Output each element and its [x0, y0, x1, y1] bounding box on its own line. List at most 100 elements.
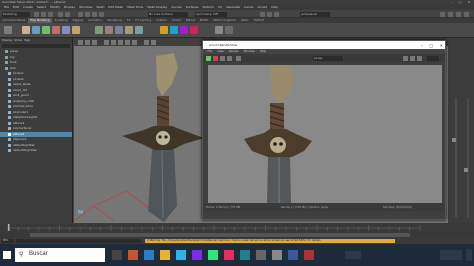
status-line: Modeling No Live Surface Symmetry: Off j…	[0, 10, 474, 18]
warning-message: // Warning: file: /maya/scripts/others/p…	[145, 239, 395, 243]
task-view-icon[interactable]	[112, 250, 122, 260]
undo-icon[interactable]	[58, 11, 63, 17]
browser-icon[interactable]	[176, 250, 186, 260]
symmetry-dropdown[interactable]: Symmetry: Off	[195, 11, 227, 17]
cone-icon[interactable]	[52, 26, 60, 34]
object-icon	[5, 66, 8, 70]
notifications-icon[interactable]	[466, 249, 472, 261]
arnold-title-bar[interactable]: Arnold RenderView ✕ □ –	[203, 41, 445, 49]
save-scene-icon[interactable]	[48, 11, 53, 17]
bridge-icon[interactable]	[125, 26, 133, 34]
isolate-icon[interactable]	[144, 39, 149, 45]
multicut-icon[interactable]	[190, 26, 198, 34]
tool-settings-icon[interactable]	[456, 11, 461, 17]
plane-icon[interactable]	[62, 26, 70, 34]
arnold-minimize-icon[interactable]: –	[421, 43, 423, 48]
exposure-icon[interactable]	[410, 55, 415, 61]
color-channel-icon[interactable]	[403, 55, 408, 61]
taskbar-search-input[interactable]: ⚲ Buscar	[15, 248, 105, 262]
outliner-menu-show[interactable]: Show	[14, 38, 22, 43]
shelf-gear-icon[interactable]	[4, 26, 12, 34]
torus-icon[interactable]	[72, 26, 80, 34]
lights-icon[interactable]	[132, 39, 137, 45]
render-play-icon[interactable]	[206, 55, 211, 61]
mirror-icon[interactable]	[170, 26, 178, 34]
render-settings-icon[interactable]	[274, 11, 279, 17]
wireframe-icon[interactable]	[111, 39, 116, 45]
hypershade-icon[interactable]	[225, 26, 233, 34]
snap-grid-icon[interactable]	[85, 11, 90, 17]
snap-curve-icon[interactable]	[92, 11, 97, 17]
shelf	[0, 23, 474, 38]
sphere-icon[interactable]	[22, 26, 30, 34]
outliner-menu-help[interactable]: Help	[24, 38, 30, 43]
attribute-editor-icon[interactable]	[448, 11, 453, 17]
app-icon-2[interactable]	[144, 250, 154, 260]
render-stop-icon[interactable]	[213, 55, 218, 61]
ipr-render-icon[interactable]	[267, 11, 272, 17]
arnold-close-icon[interactable]: ✕	[440, 43, 443, 48]
view-transform-dropdown[interactable]	[427, 55, 439, 61]
app-icon-1[interactable]	[128, 250, 138, 260]
arnold-renderview-window: Arnold RenderView ✕ □ – File View Render Wi…	[202, 40, 446, 220]
render-icon[interactable]	[260, 11, 265, 17]
cube-icon[interactable]	[32, 26, 40, 34]
textured-icon[interactable]	[125, 39, 130, 45]
channel-box-panel	[448, 38, 474, 223]
no-live-surface[interactable]: No Live Surface	[148, 11, 188, 17]
open-scene-icon[interactable]	[41, 11, 46, 17]
snapshot-icon[interactable]	[227, 55, 232, 61]
sword-model[interactable]	[122, 53, 204, 222]
grid-toggle-icon[interactable]	[104, 39, 109, 45]
range-bar[interactable]	[30, 233, 410, 237]
xray-icon[interactable]	[151, 39, 156, 45]
rendered-sword	[244, 65, 312, 203]
bevel-icon[interactable]	[135, 26, 143, 34]
lock-camera-icon[interactable]	[85, 39, 90, 45]
outliner-list: persp top front side pCube1 pCube2 sword_blade…	[0, 49, 72, 154]
outliner-menu-display[interactable]: Display	[2, 38, 12, 43]
app-icon-4[interactable]	[208, 250, 218, 260]
crop-region-icon[interactable]	[236, 55, 241, 61]
boolean-icon[interactable]	[180, 26, 188, 34]
outliner-search-input[interactable]	[2, 44, 70, 48]
zoom-icon[interactable]	[417, 55, 422, 61]
smooth-shade-icon[interactable]	[118, 39, 123, 45]
app-icon-8[interactable]	[288, 250, 298, 260]
file-explorer-icon[interactable]	[160, 250, 170, 260]
smooth-icon[interactable]	[160, 26, 168, 34]
new-scene-icon[interactable]	[34, 11, 39, 17]
app-icon-3[interactable]	[192, 250, 202, 260]
render-image[interactable]	[208, 65, 442, 203]
outliner-row[interactable]: defaultObjectSet	[0, 148, 72, 154]
combine-icon[interactable]	[95, 26, 103, 34]
camera-icon[interactable]	[78, 39, 83, 45]
maya-taskbar-icon[interactable]	[240, 250, 250, 260]
app-icon-5[interactable]	[224, 250, 234, 260]
mode-dropdown[interactable]: Modeling	[2, 11, 30, 17]
time-slider[interactable]	[0, 223, 474, 232]
app-icon-7[interactable]	[272, 250, 282, 260]
system-tray[interactable]	[345, 251, 361, 259]
redo-icon[interactable]	[65, 11, 70, 17]
modeling-toolkit-icon[interactable]	[440, 11, 445, 17]
app-icon-9[interactable]	[304, 250, 314, 260]
mel-label[interactable]: MEL	[2, 239, 14, 243]
channel-box-icon[interactable]	[464, 11, 469, 17]
refresh-icon[interactable]	[220, 55, 225, 61]
windows-start-icon[interactable]	[3, 251, 11, 259]
cylinder-icon[interactable]	[42, 26, 50, 34]
clock[interactable]	[440, 250, 462, 260]
user-login[interactable]: jackpascal	[300, 11, 330, 17]
select-mode-icon[interactable]	[78, 11, 83, 17]
extrude-icon[interactable]	[115, 26, 123, 34]
snap-point-icon[interactable]	[99, 11, 104, 17]
uv-editor-icon[interactable]	[215, 26, 223, 34]
bookmark-icon[interactable]	[92, 39, 97, 45]
camera-dropdown[interactable]: persp	[313, 55, 343, 61]
arnold-title: Arnold RenderView	[209, 42, 238, 47]
separate-icon[interactable]	[105, 26, 113, 34]
command-input[interactable]	[16, 239, 141, 243]
app-icon-6[interactable]	[256, 250, 266, 260]
arnold-maximize-icon[interactable]: □	[429, 43, 433, 48]
